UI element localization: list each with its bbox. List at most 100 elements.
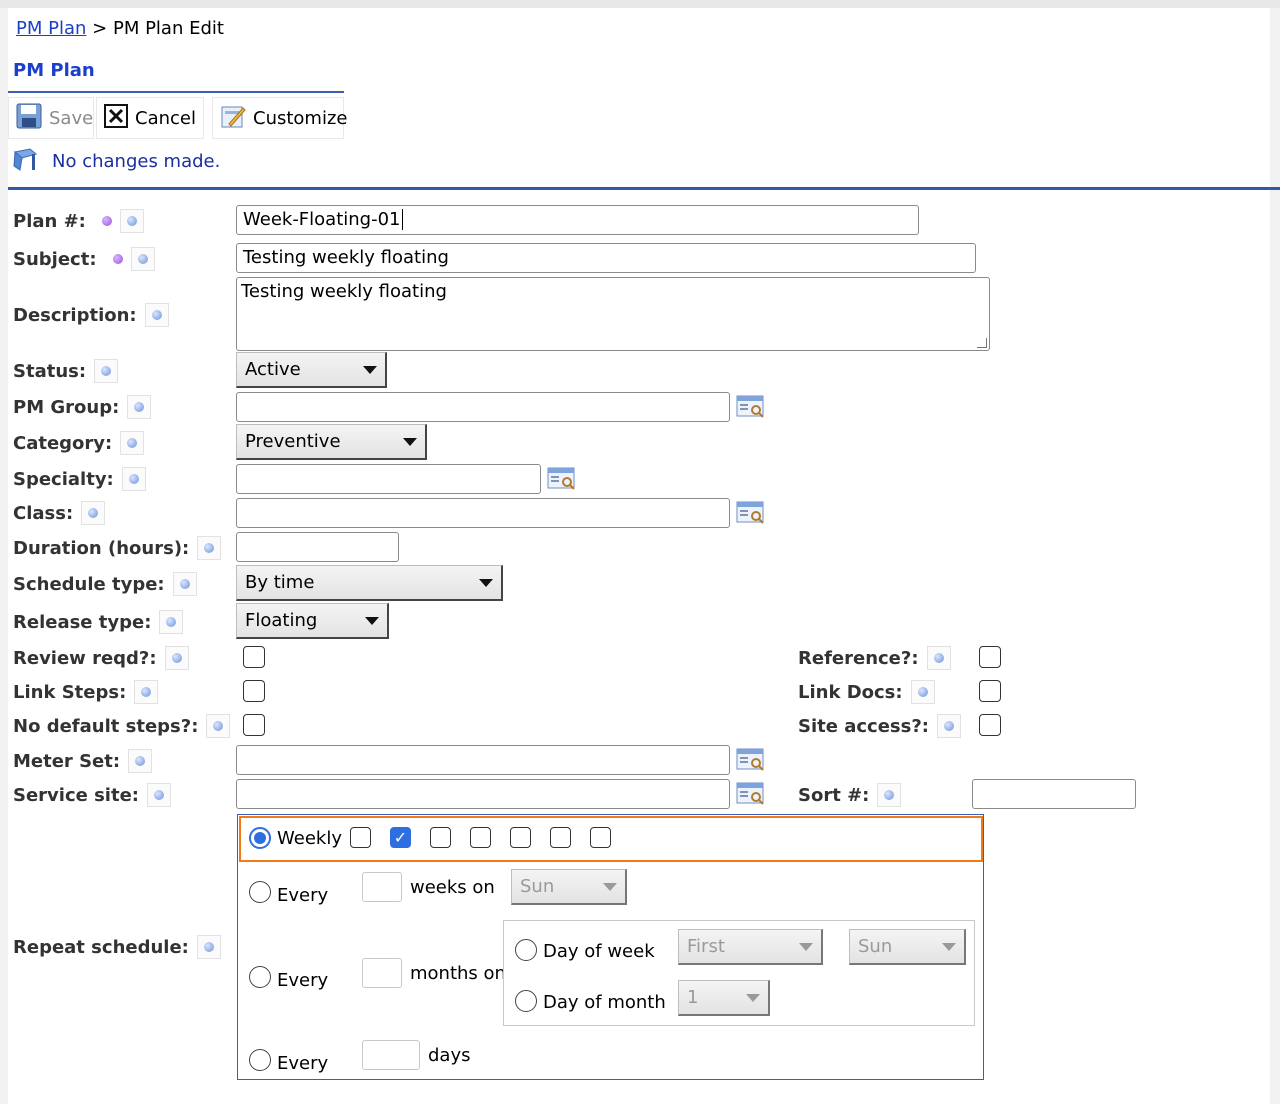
months-interval-input[interactable] [362, 958, 402, 988]
lookup-icon[interactable] [736, 500, 766, 526]
every-months-radio[interactable] [249, 965, 271, 988]
plan-no-input[interactable]: Week-Floating-01 [236, 205, 919, 235]
help-icon[interactable] [119, 209, 144, 233]
save-button[interactable]: Save [8, 97, 94, 139]
breadcrumb-link-pm-plan[interactable]: PM Plan [16, 18, 86, 39]
lookup-icon[interactable] [736, 394, 766, 420]
day-checkbox-tue[interactable] [430, 827, 456, 848]
breadcrumb-separator: > [92, 18, 108, 39]
help-icon[interactable] [877, 783, 902, 807]
pm-group-input[interactable] [236, 392, 730, 422]
lookup-icon[interactable] [736, 781, 766, 807]
help-icon[interactable] [81, 501, 106, 525]
checkbox-checked[interactable]: ✓ [390, 827, 411, 848]
link-docs-checkbox[interactable] [979, 680, 1001, 702]
resize-grip-icon[interactable] [977, 338, 987, 348]
category-select[interactable]: Preventive [236, 424, 427, 460]
plan-no-label-text: Plan #: [13, 210, 86, 232]
weekly-radio[interactable] [249, 827, 271, 849]
meter-set-input[interactable] [236, 745, 730, 775]
help-icon[interactable] [910, 680, 935, 704]
day-checkbox-sun[interactable] [350, 827, 376, 848]
day-of-month-radio-option[interactable]: Day of month [515, 988, 666, 1013]
help-icon[interactable] [144, 303, 169, 327]
day-of-week-radio[interactable] [515, 938, 537, 961]
site-access-checkbox[interactable] [979, 714, 1001, 736]
help-icon[interactable] [128, 749, 153, 773]
help-icon[interactable] [94, 359, 119, 383]
help-icon[interactable] [936, 714, 961, 738]
checkbox[interactable] [470, 827, 491, 848]
weeks-on-day-value: Sun [520, 876, 555, 897]
weeks-on-day-select[interactable]: Sun [511, 869, 627, 905]
days-interval-input[interactable] [362, 1040, 420, 1070]
help-icon[interactable] [134, 680, 159, 704]
help-icon[interactable] [120, 431, 145, 455]
help-icon[interactable] [159, 610, 184, 634]
help-icon[interactable] [121, 467, 146, 491]
status-select[interactable]: Active [236, 352, 387, 388]
every-days-radio-option[interactable]: Every [249, 1045, 328, 1074]
schedule-type-label: Schedule type: [13, 570, 197, 598]
help-icon[interactable] [147, 783, 171, 807]
review-reqd-checkbox[interactable] [243, 646, 265, 668]
sort-no-input[interactable] [972, 779, 1136, 809]
every-label: Every [277, 885, 329, 906]
checkbox[interactable] [550, 827, 571, 848]
site-access-label-text: Site access?: [798, 715, 929, 737]
service-site-label: Service site: [13, 781, 171, 809]
specialty-input[interactable] [236, 464, 541, 494]
sort-no-label-text: Sort #: [798, 784, 870, 806]
every-weeks-radio-option[interactable]: Every [249, 877, 328, 906]
help-icon[interactable] [206, 714, 231, 738]
reference-checkbox[interactable] [979, 646, 1001, 668]
help-icon[interactable] [130, 247, 155, 271]
checkbox[interactable] [430, 827, 451, 848]
checkbox[interactable] [350, 827, 371, 848]
link-steps-checkbox[interactable] [243, 680, 265, 702]
day-of-month-radio[interactable] [515, 989, 537, 1012]
weekly-radio-option[interactable]: Weekly [249, 827, 342, 849]
cancel-button[interactable]: Cancel [96, 97, 204, 139]
day-of-month-select[interactable]: 1 [678, 980, 770, 1016]
day-checkbox-mon[interactable]: ✓ [390, 827, 416, 848]
help-icon[interactable] [196, 935, 221, 959]
help-icon[interactable] [164, 646, 189, 670]
no-default-steps-checkbox[interactable] [243, 714, 265, 736]
day-checkbox-fri[interactable] [550, 827, 576, 848]
days-label: days [428, 1045, 471, 1066]
lookup-icon[interactable] [736, 747, 766, 773]
description-textarea[interactable]: Testing weekly floating [236, 277, 990, 351]
service-site-input[interactable] [236, 779, 730, 809]
required-indicator-icon [112, 254, 123, 264]
every-weeks-radio[interactable] [249, 880, 271, 903]
day-of-week-day-select[interactable]: Sun [849, 929, 966, 965]
checkbox[interactable] [590, 827, 611, 848]
every-months-radio-option[interactable]: Every [249, 962, 328, 991]
day-checkbox-thur[interactable] [510, 827, 536, 848]
lookup-icon[interactable] [547, 466, 577, 492]
day-checkbox-wed[interactable] [470, 827, 496, 848]
chevron-down-icon [603, 882, 617, 891]
help-icon[interactable] [127, 395, 152, 419]
every-days-radio[interactable] [249, 1048, 271, 1071]
day-checkbox-sat[interactable] [590, 827, 616, 848]
status-select-value: Active [245, 359, 301, 380]
checkbox[interactable] [510, 827, 531, 848]
chevron-down-icon [363, 365, 377, 374]
section-title: PM Plan [13, 60, 95, 81]
release-type-select[interactable]: Floating [236, 603, 389, 639]
subject-input[interactable]: Testing weekly floating [236, 243, 976, 273]
header-divider [8, 187, 1280, 190]
weeks-interval-input[interactable] [362, 872, 402, 902]
help-icon[interactable] [197, 536, 222, 560]
class-input[interactable] [236, 498, 730, 528]
description-text: Testing weekly floating [241, 281, 447, 302]
help-icon[interactable] [926, 646, 951, 670]
customize-button[interactable]: Customize [212, 97, 347, 139]
schedule-type-select[interactable]: By time [236, 565, 503, 601]
day-of-week-radio-option[interactable]: Day of week [515, 937, 655, 962]
day-of-week-ordinal-select[interactable]: First [678, 929, 823, 965]
help-icon[interactable] [172, 572, 197, 596]
duration-input[interactable] [236, 532, 399, 562]
